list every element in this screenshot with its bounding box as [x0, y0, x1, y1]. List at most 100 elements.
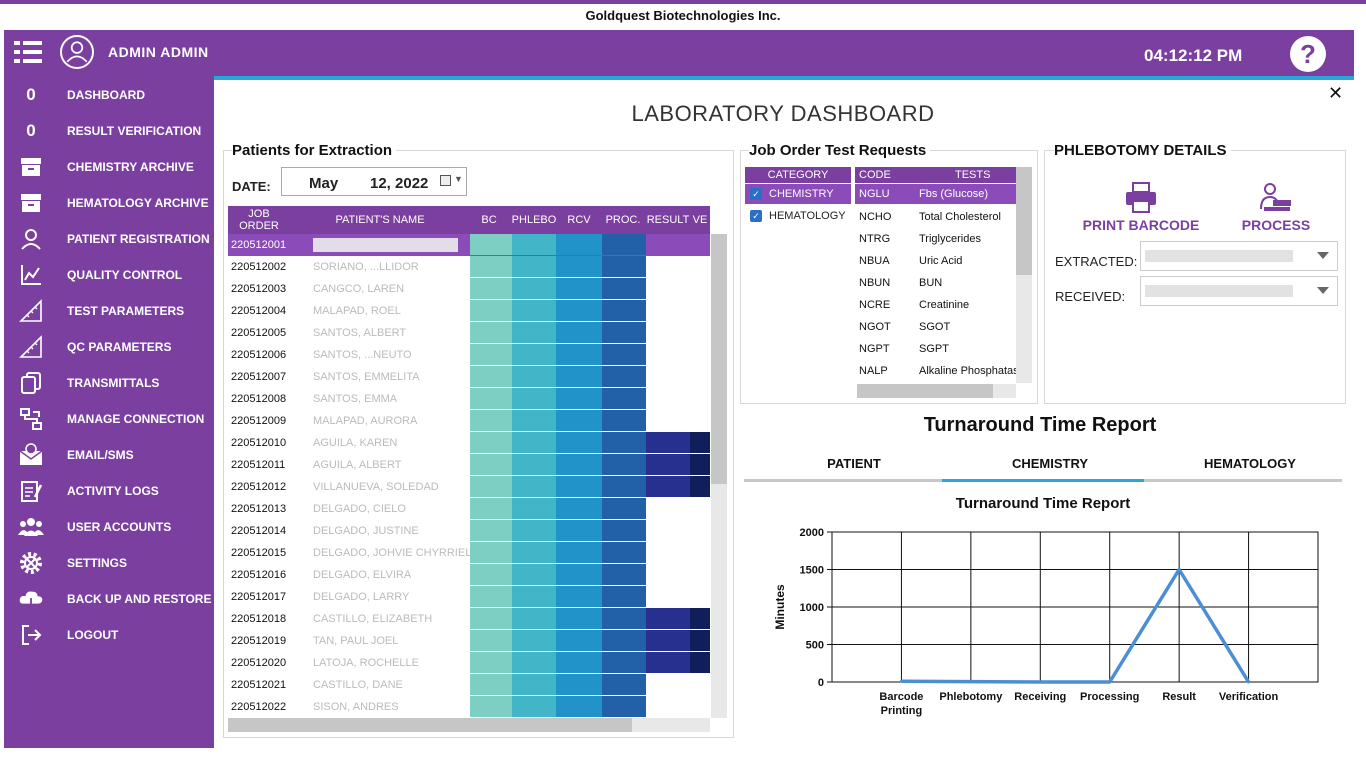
patients-horizontal-scrollbar[interactable] [228, 718, 710, 732]
sidebar-item-back-up-and-restore[interactable]: BACK UP AND RESTORE [4, 582, 214, 616]
table-row[interactable]: 220512005 SANTOS, ALBERT [228, 322, 710, 344]
list-item[interactable]: NCRE Creatinine [855, 294, 1016, 316]
table-row[interactable]: 220512022 SISON, ANDRES [228, 696, 710, 718]
sidebar-item-settings[interactable]: SETTINGS [4, 546, 214, 580]
sidebar-item-patient-registration[interactable]: PATIENT REGISTRATION [4, 222, 214, 256]
chevron-down-icon[interactable] [1317, 252, 1329, 259]
table-row[interactable]: 220512015 DELGADO, JOHVIE CHYRRIEL [228, 542, 710, 564]
list-item[interactable]: NGOT SGOT [855, 316, 1016, 338]
close-icon[interactable]: ✕ [1328, 83, 1343, 104]
table-row[interactable]: 220512020 LATOJA, ROCHELLE [228, 652, 710, 674]
job-order-cell: 220512011 [231, 459, 286, 471]
column-header[interactable]: VE [690, 206, 710, 234]
sidebar-item-qc-parameters[interactable]: QC PARAMETERS [4, 330, 214, 364]
table-row[interactable]: 220512014 DELGADO, JUSTINE [228, 520, 710, 542]
received-select[interactable] [1140, 276, 1338, 306]
table-row[interactable]: 220512002 SORIANO, ...LLIDOR [228, 256, 710, 278]
sidebar-item-quality-control[interactable]: QUALITY CONTROL [4, 258, 214, 292]
process-button[interactable]: PROCESS [1236, 182, 1316, 233]
column-header[interactable]: BC [468, 206, 510, 234]
received-label: RECEIVED: [1055, 289, 1126, 304]
user-avatar-icon[interactable] [60, 35, 94, 69]
list-item[interactable]: NBUA Uric Acid [855, 250, 1016, 272]
scrollbar-thumb[interactable] [1016, 167, 1032, 275]
print-barcode-button[interactable]: PRINT BARCODE [1080, 182, 1202, 233]
menu-list-icon[interactable] [14, 38, 42, 66]
scrollbar-thumb[interactable] [711, 234, 727, 484]
table-row[interactable]: 220512007 SANTOS, EMMELITA [228, 366, 710, 388]
column-header[interactable]: PATIENT'S NAME [292, 206, 468, 234]
sidebar-item-logout[interactable]: LOGOUT [4, 618, 214, 652]
sidebar-item-user-accounts[interactable]: USER ACCOUNTS [4, 510, 214, 544]
tab-hematology[interactable]: HEMATOLOGY [1150, 456, 1350, 478]
table-row[interactable]: 220512008 SANTOS, EMMA [228, 388, 710, 410]
mail-icon [18, 442, 44, 468]
column-header[interactable]: RCV [558, 206, 600, 234]
category-item-hematology[interactable]: ✓ HEMATOLOGY [745, 206, 851, 226]
job-order-cell: 220512016 [231, 569, 287, 581]
table-row[interactable]: 220512019 TAN, PAUL JOEL [228, 630, 710, 652]
stage-proc-cell [602, 366, 646, 387]
sidebar-item-result-verification[interactable]: 0 RESULT VERIFICATION [4, 114, 214, 148]
date-picker[interactable]: May 12, 2022 ▼ [281, 167, 467, 196]
table-row[interactable]: 220512011 AGUILA, ALBERT [228, 454, 710, 476]
tat-line-chart: 0 500 1000 1500 2000 Barcode Printing Phlebotom… [773, 527, 1319, 717]
patient-name-cell: CASTILLO, DANE [313, 679, 403, 691]
tab-patient[interactable]: PATIENT [754, 456, 954, 478]
column-header[interactable]: JOB ORDER [228, 206, 290, 234]
sidebar-item-transmittals[interactable]: TRANSMITTALS [4, 366, 214, 400]
table-row[interactable]: 220512010 AGUILA, KAREN [228, 432, 710, 454]
sidebar-item-manage-connection[interactable]: MANAGE CONNECTION [4, 402, 214, 436]
test-code: NCHO [859, 211, 892, 223]
sidebar-item-hematology-archive[interactable]: HEMATOLOGY ARCHIVE [4, 186, 214, 220]
chevron-down-icon[interactable] [1317, 287, 1329, 294]
table-row[interactable]: 220512013 DELGADO, CIELO [228, 498, 710, 520]
tab-chemistry[interactable]: CHEMISTRY [950, 456, 1150, 478]
sidebar-item-activity-logs[interactable]: ACTIVITY LOGS [4, 474, 214, 508]
table-row[interactable]: 220512003 CANGCO, LAREN [228, 278, 710, 300]
stage-proc-cell [602, 322, 646, 343]
sidebar-item-label: MANAGE CONNECTION [67, 412, 205, 426]
list-item[interactable]: NTRG Triglycerides [855, 228, 1016, 250]
sidebar-item-email-sms[interactable]: EMAIL/SMS [4, 438, 214, 472]
list-item[interactable]: NGPT SGPT [855, 338, 1016, 360]
sidebar-item-test-parameters[interactable]: TEST PARAMETERS [4, 294, 214, 328]
scrollbar-thumb[interactable] [857, 384, 993, 398]
table-row[interactable]: 220512009 MALAPAD, AURORA [228, 410, 710, 432]
help-button[interactable]: ? [1290, 36, 1326, 72]
list-item[interactable]: NBUN BUN [855, 272, 1016, 294]
table-row[interactable]: 220512012 VILLANUEVA, SOLEDAD [228, 476, 710, 498]
category-label: HEMATOLOGY [769, 210, 846, 222]
tests-horizontal-scrollbar[interactable] [857, 384, 1016, 398]
list-item[interactable]: NCHO Total Cholesterol [855, 206, 1016, 228]
sidebar-item-dashboard[interactable]: 0 DASHBOARD [4, 78, 214, 112]
list-item[interactable]: NGLU Fbs (Glucose) [855, 184, 1016, 204]
tests-vertical-scrollbar[interactable] [1016, 167, 1032, 383]
category-item-chemistry[interactable]: ✓ CHEMISTRY [745, 184, 851, 204]
sidebar-item-label: RESULT VERIFICATION [67, 124, 202, 138]
list-item[interactable]: NALP Alkaline Phosphatase [855, 360, 1016, 382]
sidebar-item-label: BACK UP AND RESTORE [67, 592, 212, 606]
sidebar-item-chemistry-archive[interactable]: CHEMISTRY ARCHIVE [4, 150, 214, 184]
stage-proc-cell [602, 234, 646, 255]
extracted-select[interactable] [1140, 241, 1338, 271]
patients-vertical-scrollbar[interactable] [711, 234, 727, 718]
scrollbar-thumb[interactable] [228, 718, 632, 732]
table-row[interactable]: 220512018 CASTILLO, ELIZABETH [228, 608, 710, 630]
job-order-cell: 220512002 [231, 261, 287, 273]
stage-proc-cell [602, 674, 646, 695]
checkbox-checked-icon[interactable]: ✓ [750, 188, 762, 200]
chevron-down-icon[interactable]: ▼ [454, 174, 463, 184]
user-name: ADMIN ADMIN [108, 44, 209, 60]
column-header[interactable]: PHLEBO [510, 206, 558, 234]
column-header[interactable]: PROC. [600, 206, 646, 234]
column-header[interactable]: RESULT [646, 206, 690, 234]
table-row[interactable]: 220512017 DELGADO, LARRY [228, 586, 710, 608]
checkbox-checked-icon[interactable]: ✓ [750, 210, 762, 222]
table-row[interactable]: 220512001 [228, 234, 710, 256]
calendar-icon[interactable] [440, 175, 451, 186]
table-row[interactable]: 220512016 DELGADO, ELVIRA [228, 564, 710, 586]
table-row[interactable]: 220512004 MALAPAD, ROEL [228, 300, 710, 322]
table-row[interactable]: 220512021 CASTILLO, DANE [228, 674, 710, 696]
table-row[interactable]: 220512006 SANTOS, ...NEUTO [228, 344, 710, 366]
